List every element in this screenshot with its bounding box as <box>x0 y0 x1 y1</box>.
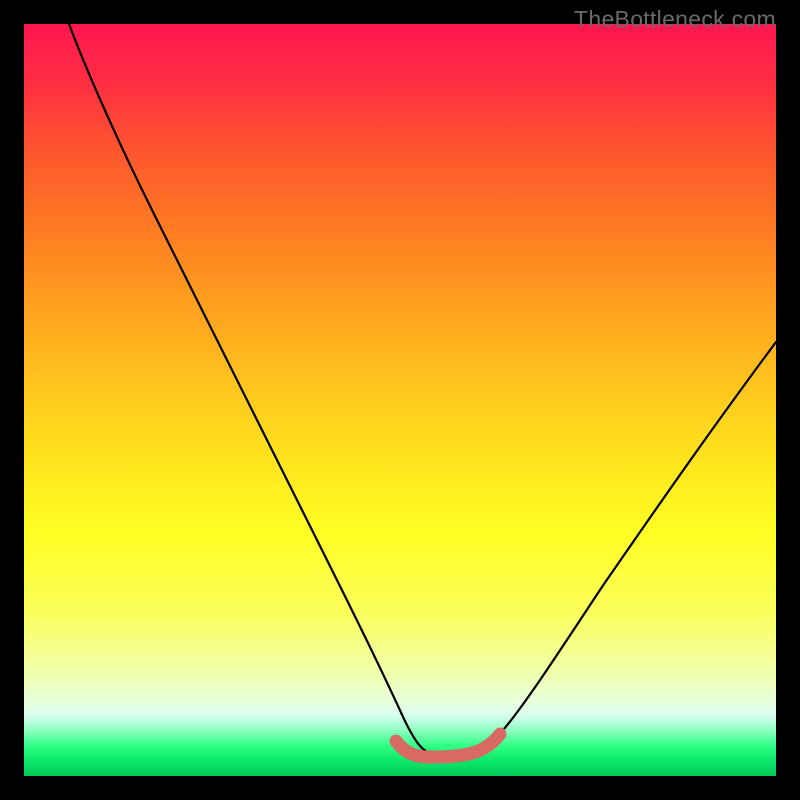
optimal-range-marker <box>396 734 500 757</box>
bottleneck-curve <box>69 24 776 754</box>
watermark-label: TheBottleneck.com <box>574 6 776 33</box>
curve-layer <box>24 24 776 776</box>
chart-stage: TheBottleneck.com <box>0 0 800 800</box>
plot-area <box>24 24 776 776</box>
